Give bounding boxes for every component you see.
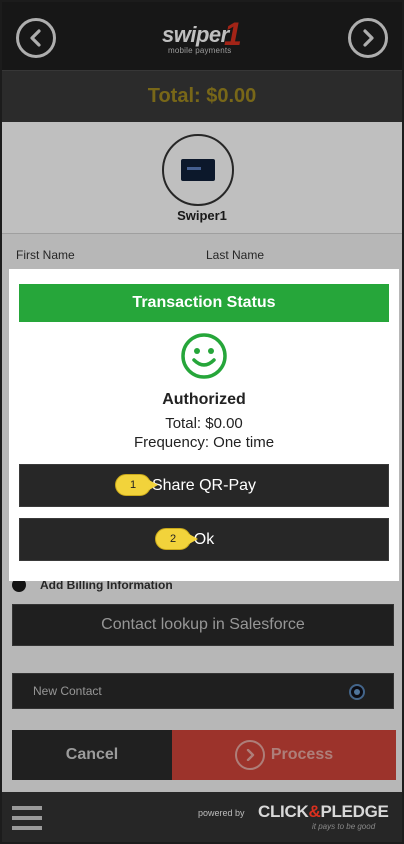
footer-bar: powered by CLICK&PLEDGE it pays to be go… bbox=[2, 792, 402, 842]
share-qr-pay-label: Share QR-Pay bbox=[151, 476, 257, 494]
app-frame: swiper 1 mobile payments Total: $0.00 Sw… bbox=[0, 0, 404, 844]
smiley-face-icon bbox=[181, 333, 227, 379]
transaction-status: Authorized bbox=[162, 391, 246, 408]
callout-badge-2: 2 bbox=[155, 528, 198, 550]
brand-tagline: it pays to be good bbox=[312, 822, 376, 831]
ok-button[interactable]: Ok bbox=[19, 518, 389, 561]
click-pledge-logo: CLICK&PLEDGE bbox=[258, 802, 389, 821]
menu-icon[interactable] bbox=[12, 806, 42, 830]
powered-by-text: powered by bbox=[198, 808, 245, 818]
dialog-title: Transaction Status bbox=[19, 284, 389, 322]
transaction-total: Total: $0.00 bbox=[165, 415, 243, 432]
share-qr-pay-button[interactable]: Share QR-Pay bbox=[19, 464, 389, 507]
transaction-status-dialog: Transaction Status Authorized Total: $0.… bbox=[9, 269, 399, 581]
callout-badge-1: 1 bbox=[115, 474, 158, 496]
transaction-frequency: Frequency: One time bbox=[133, 434, 275, 451]
